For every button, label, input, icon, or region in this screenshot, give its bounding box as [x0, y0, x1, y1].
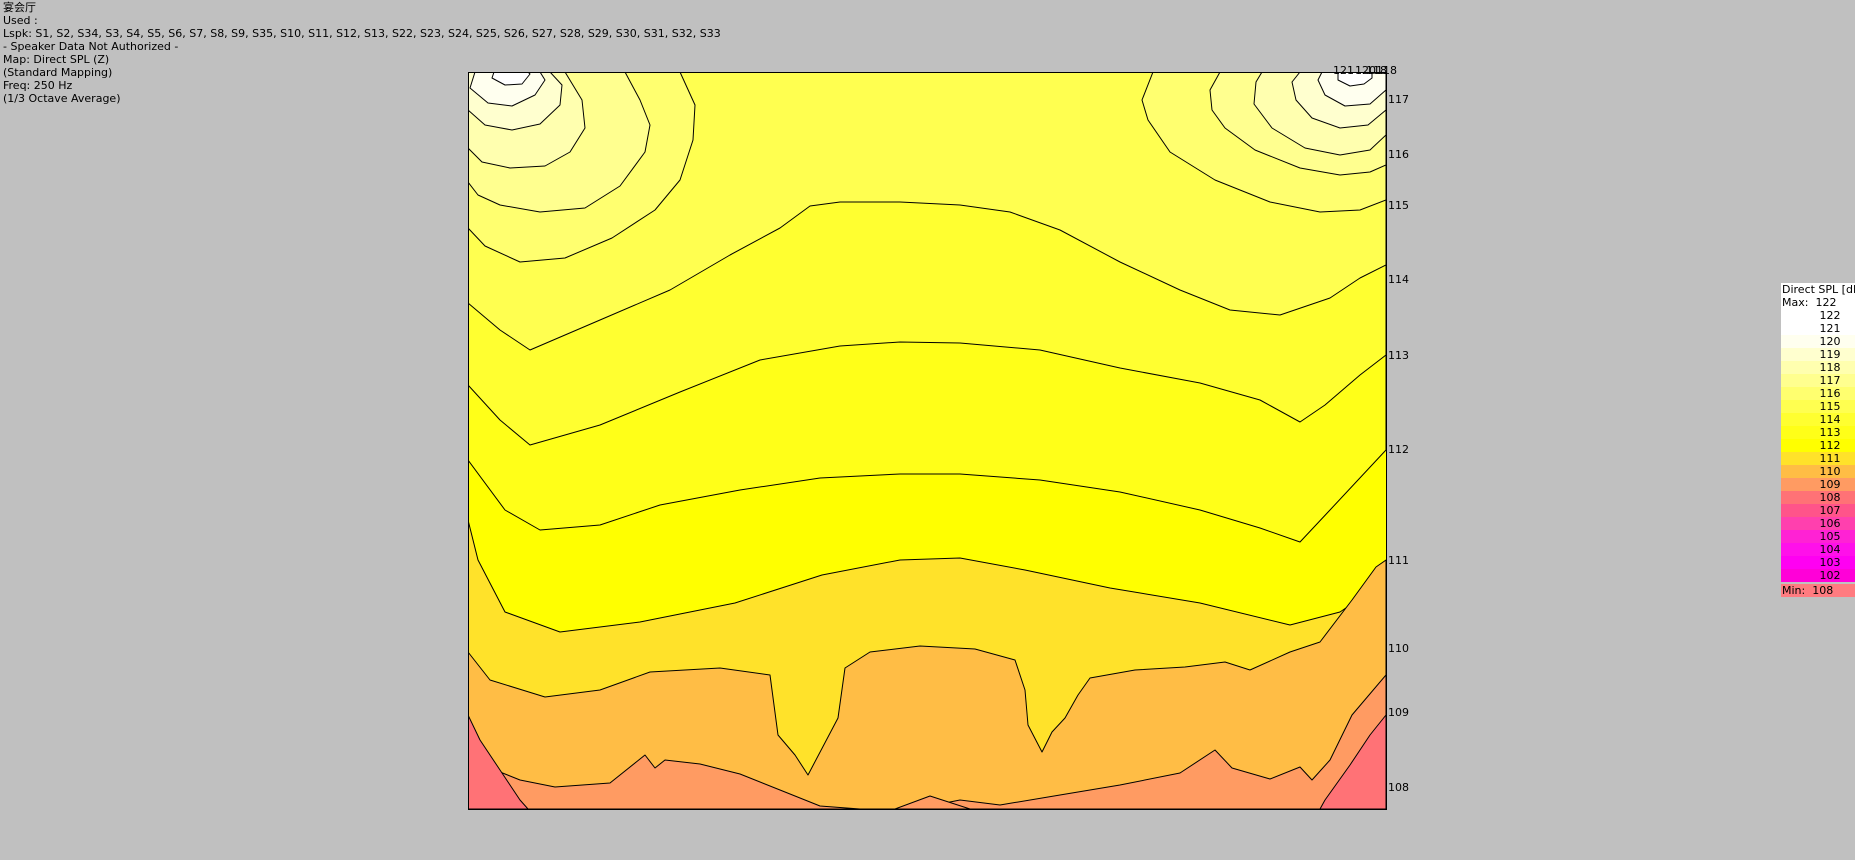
- legend-entry: 116: [1781, 387, 1855, 400]
- legend-entry: 115: [1781, 400, 1855, 413]
- legend-entry: 102: [1781, 569, 1855, 582]
- contour-label: 118: [1376, 64, 1397, 77]
- legend-entry-label: 102: [1805, 569, 1855, 582]
- legend-swatch: [1781, 504, 1805, 517]
- contour-label: 109: [1388, 706, 1409, 719]
- legend-swatch: [1781, 439, 1805, 452]
- legend-entry: 117: [1781, 374, 1855, 387]
- legend-swatch: [1781, 530, 1805, 543]
- legend-swatch: [1781, 465, 1805, 478]
- contour-label: 121: [1333, 64, 1354, 77]
- legend-entry-label: 105: [1805, 530, 1855, 543]
- legend-entry: 109: [1781, 478, 1855, 491]
- spl-contour-plot: [468, 72, 1386, 809]
- spl-legend: Direct SPL [dB] Max: 122 122121120119118…: [1781, 283, 1855, 597]
- contour-label: 117: [1388, 93, 1409, 106]
- legend-title: Direct SPL [dB]: [1781, 283, 1855, 296]
- legend-entry: 107: [1781, 504, 1855, 517]
- legend-entry-label: 104: [1805, 543, 1855, 556]
- legend-swatch: [1781, 569, 1805, 582]
- legend-swatch: [1781, 361, 1805, 374]
- legend-entry: 119: [1781, 348, 1855, 361]
- spl-map: 117 116 115 114 113 112 111 110 109 108 …: [468, 64, 1409, 810]
- legend-entry-label: 116: [1805, 387, 1855, 400]
- legend-entry-label: 119: [1805, 348, 1855, 361]
- legend-entry: 103: [1781, 556, 1855, 569]
- legend-entry: 114: [1781, 413, 1855, 426]
- legend-swatch: [1781, 413, 1805, 426]
- legend-swatch: [1781, 374, 1805, 387]
- legend-entry-label: 108: [1805, 491, 1855, 504]
- legend-entry-label: 115: [1805, 400, 1855, 413]
- legend-entry: 108: [1781, 491, 1855, 504]
- legend-swatch: [1781, 309, 1805, 322]
- contour-label: 108: [1388, 781, 1409, 794]
- legend-min-value: 108: [1812, 584, 1834, 597]
- legend-entry: 120: [1781, 335, 1855, 348]
- legend-entry-label: 120: [1805, 335, 1855, 348]
- legend-swatch: [1781, 452, 1805, 465]
- legend-entry-label: 109: [1805, 478, 1855, 491]
- legend-entry-label: 122: [1805, 309, 1855, 322]
- contour-label: 113: [1388, 349, 1409, 362]
- legend-entry-label: 111: [1805, 452, 1855, 465]
- legend-entry-label: 107: [1805, 504, 1855, 517]
- legend-swatch: [1781, 400, 1805, 413]
- legend-max: Max: 122: [1781, 296, 1855, 309]
- legend-entry: 104: [1781, 543, 1855, 556]
- legend-swatch: [1781, 426, 1805, 439]
- legend-swatch: [1781, 335, 1805, 348]
- legend-entry-label: 114: [1805, 413, 1855, 426]
- legend-swatch: [1781, 322, 1805, 335]
- contour-label: 115: [1388, 199, 1409, 212]
- legend-entry-label: 117: [1805, 374, 1855, 387]
- legend-swatch: [1781, 478, 1805, 491]
- legend-min-label: Min:: [1782, 584, 1806, 597]
- legend-entry-label: 113: [1805, 426, 1855, 439]
- legend-entry-label: 106: [1805, 517, 1855, 530]
- legend-entry-label: 112: [1805, 439, 1855, 452]
- legend-swatch: [1781, 387, 1805, 400]
- legend-entry: 105: [1781, 530, 1855, 543]
- legend-swatch: [1781, 491, 1805, 504]
- legend-swatch: [1781, 348, 1805, 361]
- contour-label: 114: [1388, 273, 1409, 286]
- legend-entry: 111: [1781, 452, 1855, 465]
- legend-swatch: [1781, 556, 1805, 569]
- legend-entry: 122: [1781, 309, 1855, 322]
- legend-entry: 112: [1781, 439, 1855, 452]
- legend-max-value: 122: [1815, 296, 1837, 309]
- legend-entry-label: 103: [1805, 556, 1855, 569]
- legend-swatch: [1781, 517, 1805, 530]
- legend-entry-label: 118: [1805, 361, 1855, 374]
- legend-entry: 106: [1781, 517, 1855, 530]
- legend-entry: 121: [1781, 322, 1855, 335]
- contour-label: 110: [1388, 642, 1409, 655]
- contour-label: 116: [1388, 148, 1409, 161]
- legend-max-label: Max:: [1782, 296, 1809, 309]
- contour-label: 111: [1388, 554, 1409, 567]
- legend-entry: 118: [1781, 361, 1855, 374]
- legend-entry: 113: [1781, 426, 1855, 439]
- legend-min: Min: 108: [1781, 584, 1855, 597]
- legend-swatch: [1781, 543, 1805, 556]
- contour-label: 112: [1388, 443, 1409, 456]
- legend-entry-label: 110: [1805, 465, 1855, 478]
- legend-entry-label: 121: [1805, 322, 1855, 335]
- legend-entry: 110: [1781, 465, 1855, 478]
